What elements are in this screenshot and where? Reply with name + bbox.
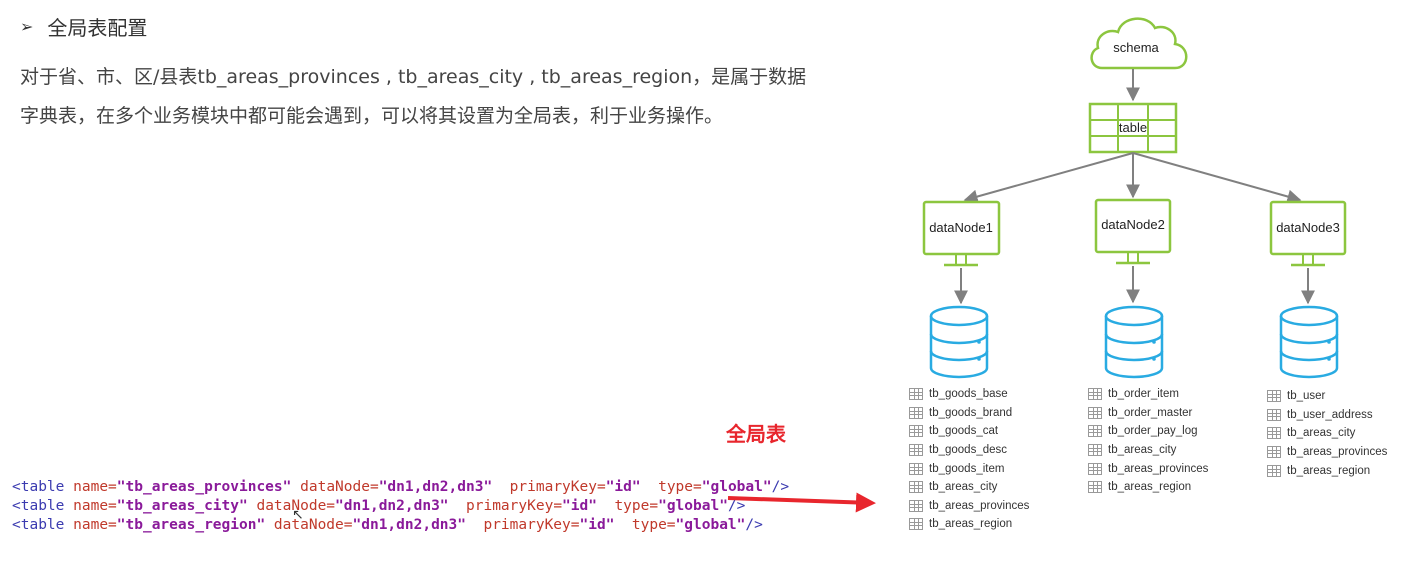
datanode3-table-list: tb_user tb_user_address tb_areas_city tb…	[1267, 387, 1387, 480]
database-icon	[929, 305, 989, 379]
list-item: tb_areas_city	[1267, 424, 1387, 443]
table-icon	[1088, 406, 1102, 419]
list-item: tb_areas_provinces	[909, 497, 1029, 516]
database-icon	[1104, 305, 1164, 379]
table-label: table	[1119, 120, 1147, 135]
list-item: tb_goods_brand	[909, 404, 1029, 423]
datanode-label: dataNode2	[1101, 217, 1165, 232]
connector-line	[1132, 152, 1302, 204]
table-icon	[909, 481, 923, 494]
table-icon	[1267, 408, 1281, 421]
list-item: tb_goods_cat	[909, 422, 1029, 441]
list-item: tb_order_pay_log	[1088, 422, 1208, 441]
list-item: tb_areas_provinces	[1267, 443, 1387, 462]
table-icon	[1267, 427, 1281, 440]
table-icon	[1088, 444, 1102, 457]
table-icon	[1267, 464, 1281, 477]
datanode2-table-list: tb_order_item tb_order_master tb_order_p…	[1088, 385, 1208, 497]
schema-label: schema	[1113, 40, 1159, 55]
list-item: tb_areas_region	[1088, 478, 1208, 497]
datanode-monitor-icon: dataNode1	[922, 200, 1001, 267]
schema-cloud-icon: schema	[1090, 17, 1188, 70]
datanode-monitor-icon: dataNode3	[1269, 200, 1347, 267]
table-icon	[909, 388, 923, 401]
list-item: tb_user_address	[1267, 406, 1387, 425]
list-item: tb_areas_city	[1088, 441, 1208, 460]
database-icon	[1279, 305, 1339, 379]
connector-line	[963, 152, 1134, 204]
table-icon	[909, 462, 923, 475]
list-item: tb_areas_city	[909, 478, 1029, 497]
list-item: tb_goods_item	[909, 459, 1029, 478]
list-item: tb_order_item	[1088, 385, 1208, 404]
datanode-label: dataNode3	[1276, 220, 1340, 235]
list-item: tb_areas_provinces	[1088, 459, 1208, 478]
list-item: tb_areas_region	[909, 515, 1029, 534]
table-icon	[1267, 446, 1281, 459]
table-icon	[909, 518, 923, 531]
table-icon	[909, 499, 923, 512]
table-icon	[909, 425, 923, 438]
table-grid-icon: table	[1088, 102, 1178, 154]
list-item: tb_goods_desc	[909, 441, 1029, 460]
datanode1-table-list: tb_goods_base tb_goods_brand tb_goods_ca…	[909, 385, 1029, 534]
list-item: tb_goods_base	[909, 385, 1029, 404]
datanode-label: dataNode1	[929, 220, 993, 235]
table-icon	[909, 444, 923, 457]
list-item: tb_user	[1267, 387, 1387, 406]
table-icon	[909, 406, 923, 419]
table-icon	[1088, 388, 1102, 401]
red-arrow-icon	[727, 492, 876, 513]
list-item: tb_order_master	[1088, 404, 1208, 423]
table-icon	[1088, 462, 1102, 475]
table-icon	[1267, 390, 1281, 403]
list-item: tb_areas_region	[1267, 461, 1387, 480]
table-icon	[1088, 481, 1102, 494]
datanode-monitor-icon: dataNode2	[1094, 198, 1172, 265]
table-icon	[1088, 425, 1102, 438]
